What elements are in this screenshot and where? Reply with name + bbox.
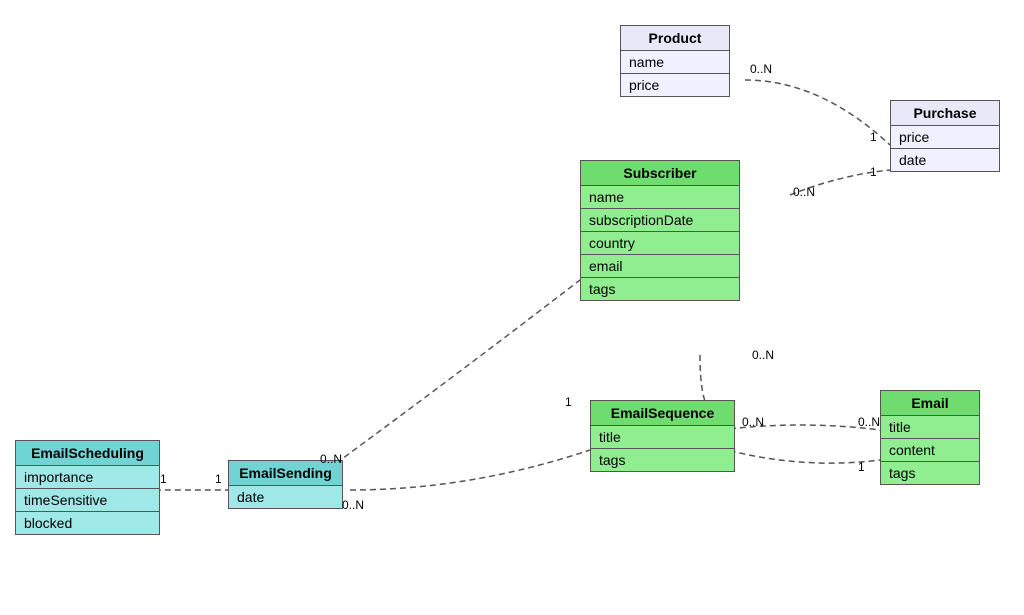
subscriber-attr-country: country: [581, 232, 739, 255]
product-attr-name: name: [621, 51, 729, 74]
label-sub-emailseq-1: 1: [565, 395, 572, 409]
label-sub-purchase-1: 1: [870, 165, 877, 179]
label-emailsending-emailseq-n: 0..N: [342, 498, 364, 512]
email-attr-title: title: [881, 416, 979, 439]
emailscheduling-class: EmailScheduling importance timeSensitive…: [15, 440, 160, 535]
diagram-container: .dashed { stroke: #555; stroke-width: 1.…: [0, 0, 1024, 615]
purchase-attr-date: date: [891, 149, 999, 171]
subscriber-attr-tags: tags: [581, 278, 739, 300]
subscriber-class: Subscriber name subscriptionDate country…: [580, 160, 740, 301]
label-product-1: 1: [870, 130, 877, 144]
label-emailsched-1a: 1: [160, 472, 167, 486]
emailscheduling-header: EmailScheduling: [16, 441, 159, 466]
subscriber-attr-name: name: [581, 186, 739, 209]
subscriber-attr-subdate: subscriptionDate: [581, 209, 739, 232]
emailscheduling-attr-blocked: blocked: [16, 512, 159, 534]
email-class: Email title content tags: [880, 390, 980, 485]
emailsequence-attr-tags: tags: [591, 449, 734, 471]
email-attr-content: content: [881, 439, 979, 462]
product-header: Product: [621, 26, 729, 51]
label-emailseq-email-n2: 0..N: [858, 415, 880, 429]
email-header: Email: [881, 391, 979, 416]
purchase-attr-price: price: [891, 126, 999, 149]
subscriber-header: Subscriber: [581, 161, 739, 186]
purchase-header: Purchase: [891, 101, 999, 126]
label-emailsched-1b: 1: [215, 472, 222, 486]
label-sub-emailseq-n: 0..N: [752, 348, 774, 362]
emailsequence-attr-title: title: [591, 426, 734, 449]
email-attr-tags: tags: [881, 462, 979, 484]
emailsending-attr-date: date: [229, 486, 342, 508]
label-sub-purchase-n: 0..N: [793, 185, 815, 199]
label-emailseq-email-1: 1: [858, 460, 865, 474]
label-product-n: 0..N: [750, 62, 772, 76]
purchase-class: Purchase price date: [890, 100, 1000, 172]
emailsending-class: EmailSending date: [228, 460, 343, 509]
emailsequence-class: EmailSequence title tags: [590, 400, 735, 472]
emailscheduling-attr-timesensitive: timeSensitive: [16, 489, 159, 512]
label-emailseq-email-n1: 0..N: [742, 415, 764, 429]
emailscheduling-attr-importance: importance: [16, 466, 159, 489]
emailsequence-header: EmailSequence: [591, 401, 734, 426]
product-attr-price: price: [621, 74, 729, 96]
subscriber-attr-email: email: [581, 255, 739, 278]
product-class: Product name price: [620, 25, 730, 97]
label-emailsending-sub-n: 0..N: [320, 452, 342, 466]
